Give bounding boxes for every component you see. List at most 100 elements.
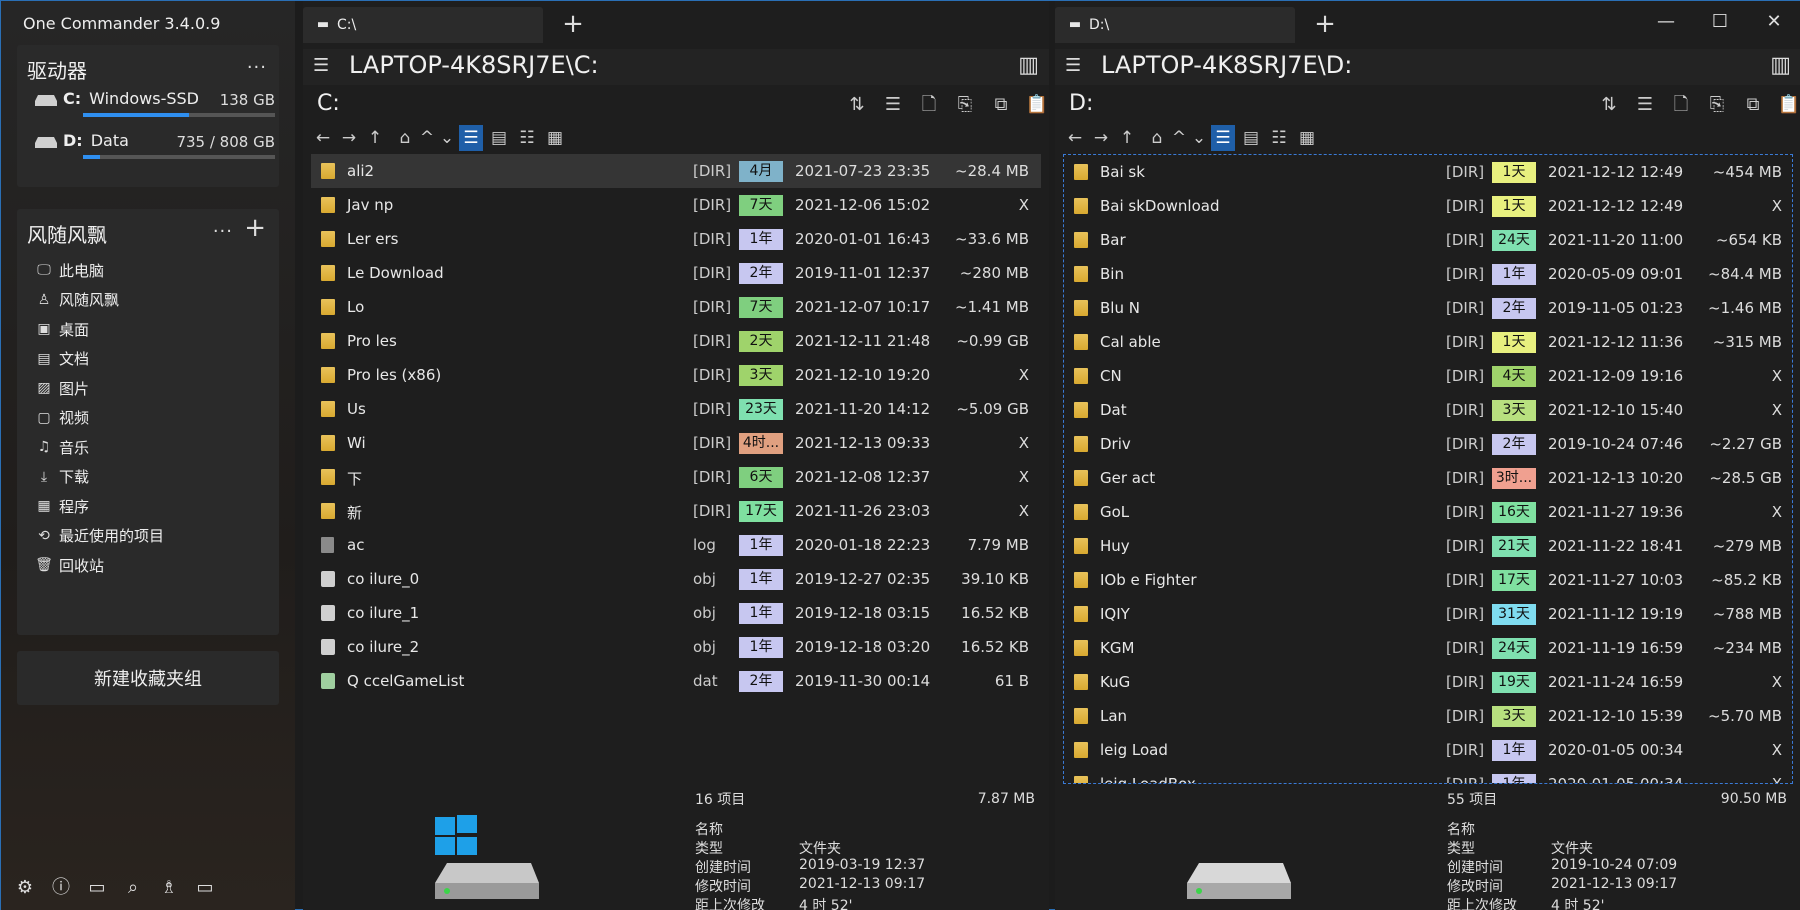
- new-file-icon[interactable]: 🗋: [1667, 91, 1695, 119]
- list-item[interactable]: leig LoadBox [DIR] 1年 2020-01-05 00:34 X: [1064, 767, 1792, 783]
- list-item[interactable]: Wi [DIR] 4时... 2021-12-13 09:33 X: [311, 426, 1041, 460]
- list-item[interactable]: ac log 1年 2020-01-18 22:23 7.79 MB: [311, 528, 1041, 562]
- drive-item[interactable]: D: Data 735 / 808 GB: [35, 131, 275, 171]
- list-item[interactable]: GoL [DIR] 16天 2021-11-27 19:36 X: [1064, 495, 1792, 529]
- list-item[interactable]: Blu N [DIR] 2年 2019-11-05 01:23 ~1.46 MB: [1064, 291, 1792, 325]
- menu-icon[interactable]: ☰: [313, 55, 329, 76]
- list-item[interactable]: 下 [DIR] 6天 2021-12-08 12:37 X: [311, 460, 1041, 494]
- up-icon[interactable]: ↑: [363, 125, 387, 151]
- sidebar-item-user[interactable]: ♙ 风随风飘: [35, 287, 119, 313]
- drives-more-button[interactable]: ···: [247, 57, 267, 78]
- folder-open-icon[interactable]: ⌂: [1145, 125, 1169, 151]
- panel-icon[interactable]: ▭: [83, 874, 111, 902]
- list-item[interactable]: Bar [DIR] 24天 2021-11-20 11:00 ~654 KB: [1064, 223, 1792, 257]
- list-item[interactable]: Jav np [DIR] 7天 2021-12-06 15:02 X: [311, 188, 1041, 222]
- sidebar-item-programs[interactable]: ▦ 程序: [35, 493, 89, 519]
- path-bar[interactable]: ☰ LAPTOP-4K8SRJ7E\D: ▥: [1055, 49, 1800, 85]
- path-bar[interactable]: ☰ LAPTOP-4K8SRJ7E\C: ▥: [303, 49, 1049, 85]
- list-item[interactable]: leig Load [DIR] 1年 2020-01-05 00:34 X: [1064, 733, 1792, 767]
- view-tiles-icon[interactable]: ▤: [487, 125, 511, 151]
- sidebar-item-laptop[interactable]: 🖵 此电脑: [35, 257, 104, 283]
- view-tiles-icon[interactable]: ▤: [1239, 125, 1263, 151]
- view-grid-icon[interactable]: ▦: [543, 125, 567, 151]
- view-grid-icon[interactable]: ▦: [1295, 125, 1319, 151]
- up-icon[interactable]: ↑: [1115, 125, 1139, 151]
- expand-icon[interactable]: ⌄: [1187, 125, 1211, 151]
- list-item[interactable]: co ilure_1 obj 1年 2019-12-18 03:15 16.52 KB: [311, 596, 1041, 630]
- sidebar-item-picture[interactable]: ▨ 图片: [35, 375, 89, 401]
- list-item[interactable]: KuG [DIR] 19天 2021-11-24 16:59 X: [1064, 665, 1792, 699]
- expand-icon[interactable]: ⌄: [435, 125, 459, 151]
- forward-icon[interactable]: →: [337, 125, 361, 151]
- list-item[interactable]: KGM [DIR] 24天 2021-11-19 16:59 ~234 MB: [1064, 631, 1792, 665]
- list-item[interactable]: Le Download [DIR] 2年 2019-11-01 12:37 ~280 MB: [311, 256, 1041, 290]
- list-options-icon[interactable]: ☰: [879, 91, 907, 119]
- list-item[interactable]: co ilure_0 obj 1年 2019-12-27 02:35 39.10 KB: [311, 562, 1041, 596]
- list-item[interactable]: Bai skDownload [DIR] 1天 2021-12-12 12:49 X: [1064, 189, 1792, 223]
- forward-icon[interactable]: →: [1089, 125, 1113, 151]
- list-item[interactable]: IQIY [DIR] 31天 2021-11-12 19:19 ~788 MB: [1064, 597, 1792, 631]
- account-icon[interactable]: ♗: [155, 874, 183, 902]
- list-item[interactable]: Q ccelGameList dat 2年 2019-11-30 00:14 61 B: [311, 664, 1041, 698]
- copy-icon[interactable]: ⧉: [987, 91, 1015, 119]
- sidebar-item-recent[interactable]: ⟲ 最近使用的项目: [35, 523, 164, 549]
- folder-open-icon[interactable]: ⌂: [393, 125, 417, 151]
- columns-icon[interactable]: ▥: [1018, 53, 1039, 78]
- paste-icon[interactable]: 📋: [1023, 91, 1051, 119]
- view-list-icon[interactable]: ☷: [515, 125, 539, 151]
- minimize-button[interactable]: —: [1641, 7, 1691, 37]
- list-item[interactable]: co ilure_2 obj 1年 2019-12-18 03:20 16.52 KB: [311, 630, 1041, 664]
- new-folder-icon[interactable]: ⎘: [1703, 91, 1731, 119]
- new-tab-button[interactable]: +: [1307, 7, 1343, 41]
- maximize-button[interactable]: ☐: [1695, 7, 1745, 37]
- close-button[interactable]: ✕: [1749, 7, 1799, 37]
- paste-icon[interactable]: 📋: [1775, 91, 1800, 119]
- window-icon[interactable]: ▭: [191, 874, 219, 902]
- view-list-icon[interactable]: ☷: [1267, 125, 1291, 151]
- new-folder-icon[interactable]: ⎘: [951, 91, 979, 119]
- menu-icon[interactable]: ☰: [1065, 55, 1081, 76]
- new-file-icon[interactable]: 🗋: [915, 91, 943, 119]
- list-item[interactable]: Lo [DIR] 7天 2021-12-07 10:17 ~1.41 MB: [311, 290, 1041, 324]
- new-tab-button[interactable]: +: [555, 7, 591, 41]
- list-item[interactable]: Us [DIR] 23天 2021-11-20 14:12 ~5.09 GB: [311, 392, 1041, 426]
- sidebar-item-video[interactable]: ▢ 视频: [35, 405, 89, 431]
- list-item[interactable]: ali2 [DIR] 4月 2021-07-23 23:35 ~28.4 MB: [311, 154, 1041, 188]
- columns-icon[interactable]: ▥: [1770, 53, 1791, 78]
- list-item[interactable]: 新 [DIR] 17天 2021-11-26 23:03 X: [311, 494, 1041, 528]
- info-icon[interactable]: ⓘ: [47, 874, 75, 902]
- list-item[interactable]: Pro les [DIR] 2天 2021-12-11 21:48 ~0.99 GB: [311, 324, 1041, 358]
- sidebar-item-document[interactable]: ▤ 文档: [35, 346, 89, 372]
- path-text[interactable]: LAPTOP-4K8SRJ7E\D:: [1101, 51, 1352, 79]
- list-item[interactable]: Dat [DIR] 3天 2021-12-10 15:40 X: [1064, 393, 1792, 427]
- list-item[interactable]: Ger act [DIR] 3时... 2021-12-13 10:20 ~28.5 GB: [1064, 461, 1792, 495]
- back-icon[interactable]: ←: [1063, 125, 1087, 151]
- sort-icon[interactable]: ⇅: [843, 91, 871, 119]
- sidebar-item-music[interactable]: ♫ 音乐: [35, 434, 89, 460]
- list-item[interactable]: Lan [DIR] 3天 2021-12-10 15:39 ~5.70 MB: [1064, 699, 1792, 733]
- list-item[interactable]: Driv [DIR] 2年 2019-10-24 07:46 ~2.27 GB: [1064, 427, 1792, 461]
- new-favorite-group-button[interactable]: 新建收藏夹组: [17, 651, 279, 705]
- tab-c-drive[interactable]: ▬ C:\: [303, 7, 543, 43]
- sort-icon[interactable]: ⇅: [1595, 91, 1623, 119]
- view-details-icon[interactable]: ☰: [1211, 125, 1235, 151]
- sidebar-item-desktop[interactable]: ▣ 桌面: [35, 316, 89, 342]
- list-item[interactable]: Bai sk [DIR] 1天 2021-12-12 12:49 ~454 MB: [1064, 155, 1792, 189]
- sidebar-item-recycle-bin[interactable]: 🗑 回收站: [35, 552, 104, 578]
- list-options-icon[interactable]: ☰: [1631, 91, 1659, 119]
- path-text[interactable]: LAPTOP-4K8SRJ7E\C:: [349, 51, 599, 79]
- back-icon[interactable]: ←: [311, 125, 335, 151]
- copy-icon[interactable]: ⧉: [1739, 91, 1767, 119]
- list-item[interactable]: Huy [DIR] 21天 2021-11-22 18:41 ~279 MB: [1064, 529, 1792, 563]
- list-item[interactable]: IOb e Fighter [DIR] 17天 2021-11-27 10:03 ~85.…: [1064, 563, 1792, 597]
- list-item[interactable]: Bin [DIR] 1年 2020-05-09 09:01 ~84.4 MB: [1064, 257, 1792, 291]
- view-details-icon[interactable]: ☰: [459, 125, 483, 151]
- drive-item[interactable]: C: Windows-SSD 138 GB: [35, 89, 275, 129]
- tab-d-drive[interactable]: ▬ D:\: [1055, 7, 1295, 43]
- list-item[interactable]: Pro les (x86) [DIR] 3天 2021-12-10 19:20 X: [311, 358, 1041, 392]
- settings-icon[interactable]: ⚙: [11, 874, 39, 902]
- list-item[interactable]: Cal able [DIR] 1天 2021-12-12 11:36 ~315 MB: [1064, 325, 1792, 359]
- sidebar-item-download[interactable]: ⤓ 下载: [35, 464, 89, 490]
- list-item[interactable]: CN [DIR] 4天 2021-12-09 19:16 X: [1064, 359, 1792, 393]
- favorites-more-button[interactable]: ···: [213, 221, 233, 242]
